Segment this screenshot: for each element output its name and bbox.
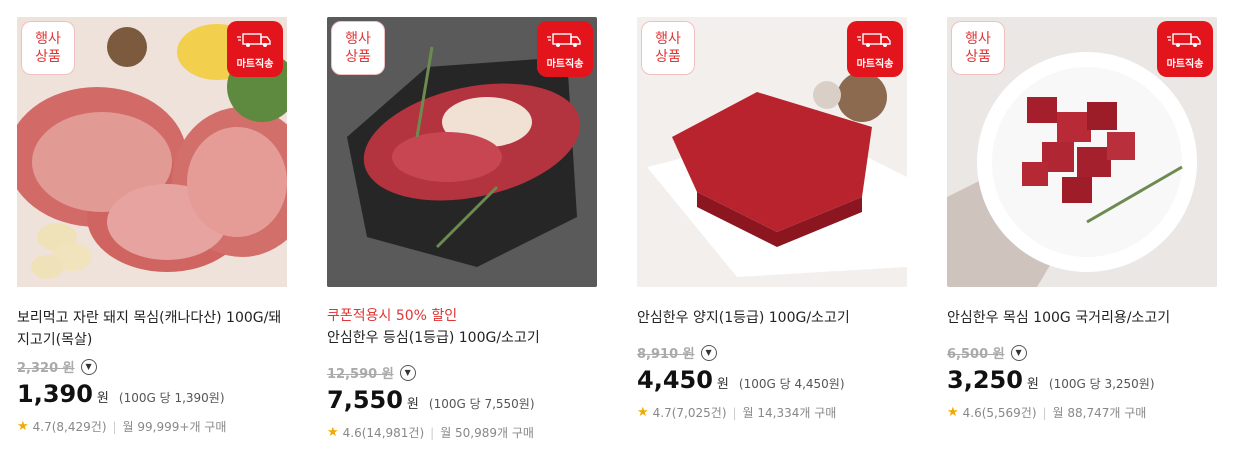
price-row: 7,550 원 (100G 당 7,550원) [327, 386, 597, 414]
rating-row: ★ 4.6(14,981건) | 월 50,989개 구매 [327, 424, 597, 441]
star-icon: ★ [637, 405, 649, 420]
rating-text: 4.6(5,569건) [962, 406, 1037, 420]
divider: | [430, 425, 435, 440]
price-row: 4,450 원 (100G 당 4,450원) [637, 366, 907, 394]
event-badge-text: 행사 상품 [345, 31, 371, 65]
unit-price: (100G 당 4,450원) [738, 377, 845, 391]
event-badge-text: 행사 상품 [965, 31, 991, 65]
currency-label: 원 [716, 377, 729, 392]
mart-badge-text: 마트직송 [856, 59, 894, 70]
currency-label: 원 [1026, 377, 1039, 392]
price-info-toggle-icon[interactable]: ▼ [80, 358, 97, 375]
original-price-row: 6,500 원 ▼ [947, 343, 1217, 362]
divider: | [112, 419, 117, 434]
truck-icon [237, 33, 271, 47]
sales-count: 월 50,989개 구매 [440, 426, 534, 440]
product-card[interactable]: 행사 상품 마트직송 안심한우 목심 100G 국거리용/소고기 6,500 원… [947, 17, 1217, 421]
event-badge: 행사 상품 [951, 21, 1005, 75]
rating-row: ★ 4.6(5,569건) | 월 88,747개 구매 [947, 404, 1217, 421]
star-icon: ★ [17, 419, 29, 434]
sales-count: 월 99,999+개 구매 [122, 420, 227, 434]
sales-count: 월 88,747개 구매 [1052, 406, 1147, 420]
mart-delivery-badge: 마트직송 [1157, 21, 1213, 77]
rating-text: 4.6(14,981건) [342, 426, 425, 440]
unit-price: (100G 당 7,550원) [428, 397, 535, 411]
currency-label: 원 [406, 397, 419, 412]
mart-badge-text: 마트직송 [1166, 59, 1204, 70]
coupon-text: 쿠폰적용시 50% 할인 [327, 308, 458, 324]
sale-price: 1,390 [17, 380, 93, 408]
sale-price: 3,250 [947, 366, 1023, 394]
divider: | [732, 405, 737, 420]
original-price: 12,590 원 [327, 367, 394, 382]
product-card[interactable]: 행사 상품 마트직송 쿠폰적용시 50% 할인 안심한우 등심(1등급) 100… [327, 17, 597, 441]
truck-icon [547, 33, 581, 47]
currency-label: 원 [96, 391, 109, 406]
original-price-row: 12,590 원 ▼ [327, 363, 597, 382]
mart-badge-text: 마트직송 [546, 59, 584, 70]
product-card[interactable]: 행사 상품 마트직송 안심한우 양지(1등급) 100G/소고기 8,910 원… [637, 17, 907, 421]
product-name[interactable]: 안심한우 목심 100G 국거리용/소고기 [947, 307, 1217, 329]
divider: | [1042, 405, 1047, 420]
event-badge: 행사 상품 [21, 21, 75, 75]
price-row: 1,390 원 (100G 당 1,390원) [17, 380, 287, 408]
rating-text: 4.7(7,025건) [652, 406, 727, 420]
product-name[interactable]: 보리먹고 자란 돼지 목심(캐나다산) 100G/돼지고기(목살) [17, 307, 287, 351]
sales-count: 월 14,334개 구매 [742, 406, 837, 420]
star-icon: ★ [947, 405, 959, 420]
truck-icon [857, 33, 891, 47]
unit-price: (100G 당 1,390원) [118, 391, 225, 405]
price-info-toggle-icon[interactable]: ▼ [1010, 344, 1027, 361]
event-badge: 행사 상품 [331, 21, 385, 75]
original-price-row: 8,910 원 ▼ [637, 343, 907, 362]
product-image[interactable]: 행사 상품 마트직송 [637, 17, 907, 287]
product-name[interactable]: 안심한우 등심(1등급) 100G/소고기 [327, 327, 597, 349]
original-price: 2,320 원 [17, 361, 75, 376]
product-name[interactable]: 안심한우 양지(1등급) 100G/소고기 [637, 307, 907, 329]
product-image[interactable]: 행사 상품 마트직송 [17, 17, 287, 287]
mart-badge-text: 마트직송 [236, 59, 274, 70]
product-image[interactable]: 행사 상품 마트직송 [947, 17, 1217, 287]
event-badge-text: 행사 상품 [655, 31, 681, 65]
truck-icon [1167, 33, 1201, 47]
mart-delivery-badge: 마트직송 [537, 21, 593, 77]
original-price: 8,910 원 [637, 347, 695, 362]
sale-price: 7,550 [327, 386, 403, 414]
original-price: 6,500 원 [947, 347, 1005, 362]
price-row: 3,250 원 (100G 당 3,250원) [947, 366, 1217, 394]
rating-row: ★ 4.7(7,025건) | 월 14,334개 구매 [637, 404, 907, 421]
rating-text: 4.7(8,429건) [32, 420, 107, 434]
product-image[interactable]: 행사 상품 마트직송 [327, 17, 597, 287]
rating-row: ★ 4.7(8,429건) | 월 99,999+개 구매 [17, 418, 287, 435]
price-info-toggle-icon[interactable]: ▼ [399, 364, 416, 381]
event-badge: 행사 상품 [641, 21, 695, 75]
price-info-toggle-icon[interactable]: ▼ [700, 344, 717, 361]
mart-delivery-badge: 마트직송 [227, 21, 283, 77]
sale-price: 4,450 [637, 366, 713, 394]
event-badge-text: 행사 상품 [35, 31, 61, 65]
star-icon: ★ [327, 425, 339, 440]
original-price-row: 2,320 원 ▼ [17, 357, 287, 376]
product-grid: 행사 상품 마트직송 보리먹고 자란 돼지 목심(캐나다산) 100G/돼지고기… [0, 0, 1233, 470]
mart-delivery-badge: 마트직송 [847, 21, 903, 77]
product-card[interactable]: 행사 상품 마트직송 보리먹고 자란 돼지 목심(캐나다산) 100G/돼지고기… [17, 17, 287, 435]
unit-price: (100G 당 3,250원) [1048, 377, 1155, 391]
